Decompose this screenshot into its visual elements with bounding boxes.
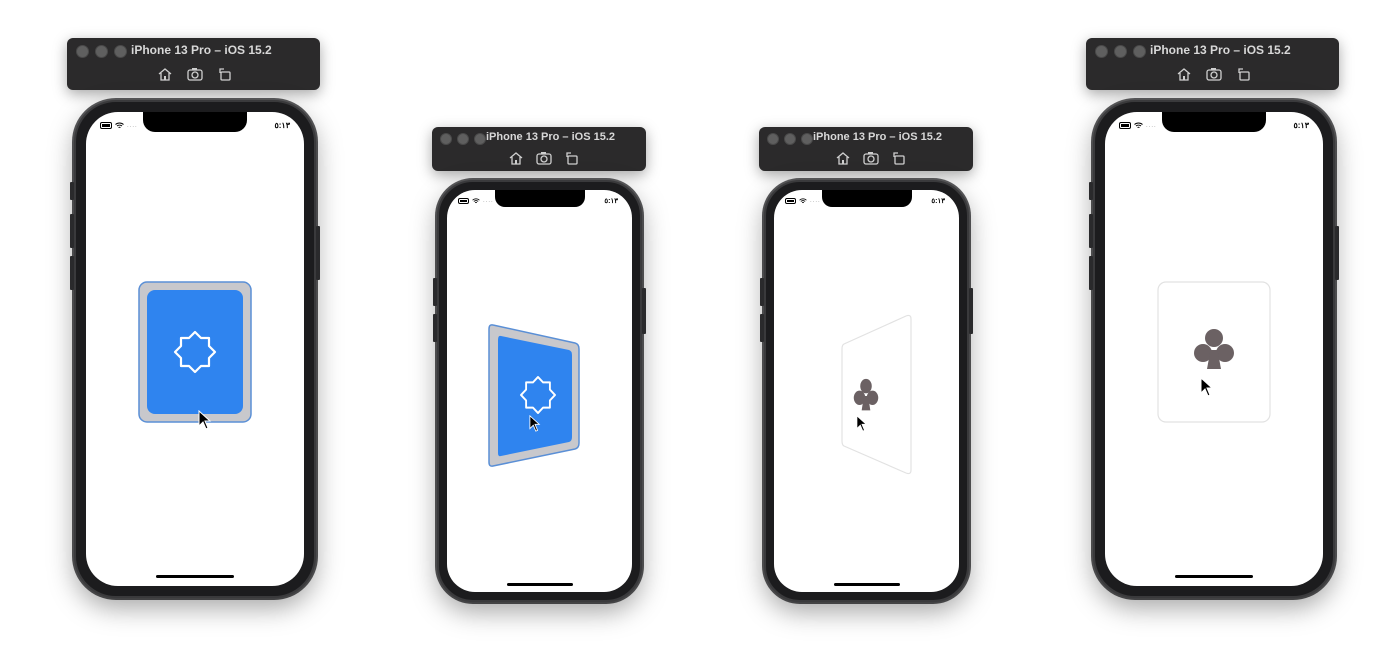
volume-up-button [70, 214, 74, 248]
simulator-toolbar[interactable]: iPhone 13 Pro – iOS 15.2 [759, 127, 973, 171]
status-time: ٥:١٣ [1293, 121, 1309, 130]
home-icon[interactable] [508, 151, 524, 165]
signal-icon: .... [810, 198, 821, 204]
battery-icon [458, 198, 469, 204]
toolbar-icons [508, 151, 580, 165]
toolbar-icons [835, 151, 907, 165]
iphone-frame: .... ٥:١٣ [1089, 100, 1339, 598]
mouse-cursor [1200, 377, 1214, 397]
zoom-window-button[interactable] [114, 45, 127, 58]
simulator-toolbar[interactable]: iPhone 13 Pro – iOS 15.2 [1086, 38, 1339, 90]
battery-icon [1119, 122, 1131, 129]
screenshot-icon[interactable] [536, 151, 552, 165]
action-button [70, 182, 74, 200]
close-window-button[interactable] [767, 133, 779, 145]
volume-down-button [760, 314, 764, 342]
status-icons: .... [1119, 122, 1157, 129]
signal-icon: .... [127, 122, 138, 129]
notch [494, 190, 585, 207]
home-icon[interactable] [1176, 67, 1192, 81]
mouse-cursor [529, 415, 541, 432]
status-time: ٥:١٣ [931, 198, 945, 205]
wifi-icon [115, 122, 124, 128]
phone-screen[interactable]: .... ٥:١٣ [86, 112, 304, 586]
screenshot-icon[interactable] [863, 151, 879, 165]
window-controls [1095, 45, 1146, 58]
phone-screen[interactable]: .... ٥:١٣ [774, 190, 959, 592]
rotate-icon[interactable] [217, 67, 233, 81]
close-window-button[interactable] [440, 133, 452, 145]
card[interactable] [840, 312, 914, 477]
window-title: iPhone 13 Pro – iOS 15.2 [1150, 43, 1291, 57]
card[interactable] [1156, 280, 1272, 424]
notch [1162, 112, 1266, 132]
volume-up-button [760, 278, 764, 306]
screenshot-icon[interactable] [1206, 67, 1222, 81]
status-time: ٥:١٣ [274, 121, 290, 130]
screenshot-icon[interactable] [187, 67, 203, 81]
home-icon[interactable] [835, 151, 851, 165]
wifi-icon [799, 198, 807, 204]
power-button [1335, 226, 1339, 280]
volume-down-button [433, 314, 437, 342]
home-indicator[interactable] [156, 575, 234, 578]
card[interactable] [137, 280, 253, 424]
status-icons: .... [785, 198, 821, 204]
window-title: iPhone 13 Pro – iOS 15.2 [131, 43, 272, 57]
power-button [642, 288, 646, 334]
phone-screen[interactable]: .... ٥:١٣ [447, 190, 632, 592]
simulator-toolbar[interactable]: iPhone 13 Pro – iOS 15.2 [67, 38, 320, 90]
phone-screen[interactable]: .... ٥:١٣ [1105, 112, 1323, 586]
power-button [316, 226, 320, 280]
home-indicator[interactable] [833, 583, 900, 586]
zoom-window-button[interactable] [1133, 45, 1146, 58]
action-button [1089, 182, 1093, 200]
minimize-window-button[interactable] [95, 45, 108, 58]
home-indicator[interactable] [506, 583, 573, 586]
home-icon[interactable] [157, 67, 173, 81]
wifi-icon [472, 198, 480, 204]
battery-icon [785, 198, 796, 204]
signal-icon: .... [483, 198, 494, 204]
window-title: iPhone 13 Pro – iOS 15.2 [813, 131, 942, 143]
rotate-icon[interactable] [564, 151, 580, 165]
rotate-icon[interactable] [891, 151, 907, 165]
close-window-button[interactable] [76, 45, 89, 58]
card[interactable] [487, 323, 581, 468]
toolbar-icons [1176, 67, 1252, 81]
status-time: ٥:١٣ [604, 198, 618, 205]
volume-down-button [1089, 256, 1093, 290]
volume-down-button [70, 256, 74, 290]
power-button [969, 288, 973, 334]
status-icons: .... [458, 198, 494, 204]
rotate-icon[interactable] [1236, 67, 1252, 81]
minimize-window-button[interactable] [1114, 45, 1127, 58]
volume-up-button [433, 278, 437, 306]
zoom-window-button[interactable] [801, 133, 813, 145]
volume-up-button [1089, 214, 1093, 248]
status-icons: .... [100, 122, 138, 129]
battery-icon [100, 122, 112, 129]
minimize-window-button[interactable] [784, 133, 796, 145]
window-controls [767, 133, 813, 145]
simulator-toolbar[interactable]: iPhone 13 Pro – iOS 15.2 [432, 127, 646, 171]
window-controls [76, 45, 127, 58]
mouse-cursor [856, 415, 868, 432]
toolbar-icons [157, 67, 233, 81]
window-controls [440, 133, 486, 145]
wifi-icon [1134, 122, 1143, 128]
signal-icon: .... [1146, 122, 1157, 129]
iphone-frame: .... ٥:١٣ [433, 180, 646, 602]
notch [821, 190, 912, 207]
window-title: iPhone 13 Pro – iOS 15.2 [486, 131, 615, 143]
minimize-window-button[interactable] [457, 133, 469, 145]
iphone-frame: .... ٥:١٣ [70, 100, 320, 598]
mouse-cursor [198, 410, 212, 430]
home-indicator[interactable] [1175, 575, 1253, 578]
notch [143, 112, 247, 132]
iphone-frame: .... ٥:١٣ [760, 180, 973, 602]
close-window-button[interactable] [1095, 45, 1108, 58]
zoom-window-button[interactable] [474, 133, 486, 145]
